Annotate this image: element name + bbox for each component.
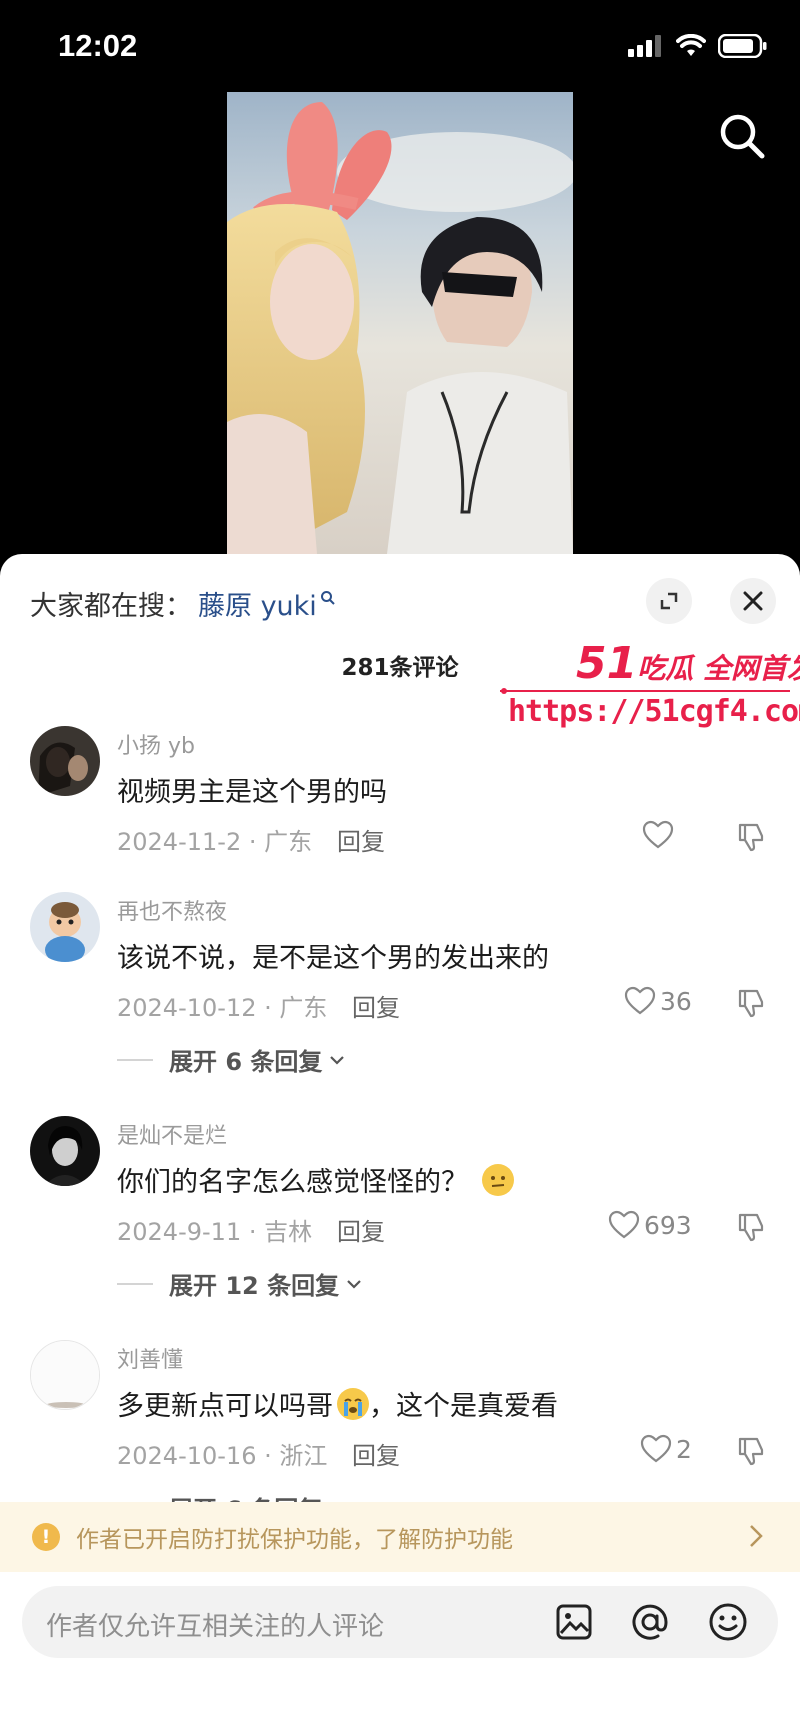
comment-meta: 2024-11-2 · 广东 — [117, 828, 313, 856]
thumbs-down-icon — [738, 989, 764, 1018]
expand-replies-button[interactable]: 展开 12 条回复 — [117, 1266, 363, 1301]
comment-input[interactable]: 作者仅允许互相关注的人评论 — [22, 1586, 778, 1658]
hot-search-term[interactable]: 藤原 yuki — [198, 584, 317, 623]
comment-meta: 2024-10-12 · 广东 — [117, 994, 328, 1022]
reply-button[interactable]: 回复 — [337, 1212, 385, 1247]
comment-author[interactable]: 小扬 yb — [117, 728, 195, 760]
protection-notice[interactable]: ! 作者已开启防打扰保护功能，了解防护功能 — [0, 1502, 800, 1572]
search-icon — [720, 114, 765, 159]
search-button[interactable] — [716, 110, 770, 164]
watermark-title: 51吃瓜 全网首发 — [576, 638, 800, 689]
avatar-image — [30, 892, 100, 962]
dislike-button[interactable] — [736, 1436, 766, 1470]
like-count: 693 — [644, 1210, 692, 1240]
chevron-right-icon — [750, 1525, 763, 1547]
comment-text: 多更新点可以吗哥 ，这个是真爱看 — [117, 1384, 558, 1423]
status-time: 12:02 — [58, 28, 138, 63]
avatar[interactable] — [30, 1116, 100, 1186]
comment-item: 再也不熬夜 该说不说，是不是这个男的发出来的 2024-10-12 · 广东 回… — [0, 892, 800, 1082]
alert-icon: ! — [32, 1523, 60, 1551]
reply-button[interactable]: 回复 — [337, 822, 385, 857]
avatar-image — [30, 1116, 100, 1186]
comment-text-part: 多更新点可以吗哥 — [117, 1391, 333, 1422]
at-mention-icon — [632, 1604, 668, 1640]
hot-search-bar[interactable]: 大家都在搜： 藤原 yuki — [30, 584, 336, 623]
comment-input-placeholder: 作者仅允许互相关注的人评论 — [46, 1612, 385, 1642]
watermark: 51吃瓜 全网首发 https://51cgf4.com — [500, 638, 800, 738]
expand-icon — [660, 592, 678, 610]
heart-icon — [640, 1434, 672, 1463]
comment-text: 该说不说，是不是这个男的发出来的 — [117, 943, 549, 974]
chevron-down-icon — [347, 1279, 361, 1289]
comment-text: 视频男主是这个男的吗 — [117, 777, 387, 808]
chevron-down-icon — [330, 1055, 345, 1065]
reply-button[interactable]: 回复 — [352, 1436, 400, 1471]
close-button[interactable] — [730, 578, 776, 624]
comment-meta: 2024-10-16 · 浙江 — [117, 1442, 328, 1470]
search-icon — [320, 590, 335, 605]
watermark-brand-number: 51 — [576, 638, 638, 689]
like-count: 36 — [660, 986, 692, 1016]
image-button[interactable] — [554, 1602, 594, 1642]
watermark-brand-text: 吃瓜 全网首发 — [637, 652, 800, 685]
avatar-image — [30, 726, 100, 796]
like-button[interactable] — [642, 820, 678, 850]
thumbs-down-icon — [738, 823, 764, 852]
thumbs-down-icon — [738, 1213, 764, 1242]
expand-replies-label: 展开 6 条回复 — [169, 1048, 323, 1076]
mention-button[interactable] — [630, 1602, 670, 1642]
avatar[interactable] — [30, 726, 100, 796]
like-button[interactable]: 693 — [608, 1210, 692, 1240]
divider — [117, 1058, 153, 1061]
status-icons — [628, 34, 768, 58]
avatar[interactable] — [30, 1340, 100, 1410]
watermark-url: https://51cgf4.com — [508, 694, 800, 729]
expand-replies-label: 展开 12 条回复 — [169, 1272, 340, 1300]
wifi-icon — [676, 34, 706, 56]
battery-icon — [718, 34, 767, 58]
like-count: 2 — [676, 1434, 692, 1464]
like-button[interactable]: 2 — [640, 1434, 692, 1464]
heart-icon — [624, 986, 656, 1015]
comment-meta: 2024-9-11 · 吉林 — [117, 1218, 313, 1246]
smiley-face-icon — [709, 1603, 747, 1641]
comment-item: 是灿不是烂 你们的名字怎么感觉怪怪的？ 2024-9-11 · 吉林 回复 69… — [0, 1116, 800, 1306]
awkward-face-emoji-icon — [482, 1163, 514, 1196]
emoji-button[interactable] — [708, 1602, 748, 1642]
comment-author[interactable]: 是灿不是烂 — [117, 1118, 227, 1150]
like-button[interactable]: 36 — [624, 986, 692, 1016]
expand-replies-button[interactable]: 展开 6 条回复 — [117, 1042, 346, 1077]
expand-button[interactable] — [646, 578, 692, 624]
dislike-button[interactable] — [736, 1212, 766, 1246]
thumbs-down-icon — [738, 1437, 764, 1466]
comment-text-content: 你们的名字怎么感觉怪怪的？ — [117, 1167, 468, 1198]
heart-icon — [608, 1210, 640, 1239]
avatar[interactable] — [30, 892, 100, 962]
cellular-signal-icon — [628, 35, 661, 57]
comment-text-part: ，这个是真爱看 — [369, 1391, 558, 1422]
comment-text: 你们的名字怎么感觉怪怪的？ — [117, 1160, 514, 1199]
comment-item: 小扬 yb 视频男主是这个男的吗 2024-11-2 · 广东 回复 — [0, 726, 800, 916]
comment-sheet: 大家都在搜： 藤原 yuki 281条评论 51吃瓜 全网首发 https://… — [0, 554, 800, 1732]
hot-search-prefix: 大家都在搜： — [30, 591, 192, 622]
dislike-button[interactable] — [736, 988, 766, 1022]
dislike-button[interactable] — [736, 822, 766, 856]
crying-face-emoji-icon — [337, 1387, 369, 1420]
image-icon — [556, 1604, 592, 1640]
comment-author[interactable]: 再也不熬夜 — [117, 894, 227, 926]
video-player[interactable] — [227, 92, 573, 554]
heart-icon — [642, 820, 674, 849]
comment-author[interactable]: 刘善懂 — [117, 1342, 183, 1374]
video-thumbnail-image — [227, 102, 573, 554]
status-bar: 12:02 — [0, 0, 800, 100]
notice-text: 作者已开启防打扰保护功能，了解防护功能 — [76, 1527, 513, 1553]
reply-button[interactable]: 回复 — [352, 988, 400, 1023]
avatar-image — [31, 1341, 99, 1409]
close-icon — [743, 591, 763, 611]
divider — [117, 1282, 153, 1285]
